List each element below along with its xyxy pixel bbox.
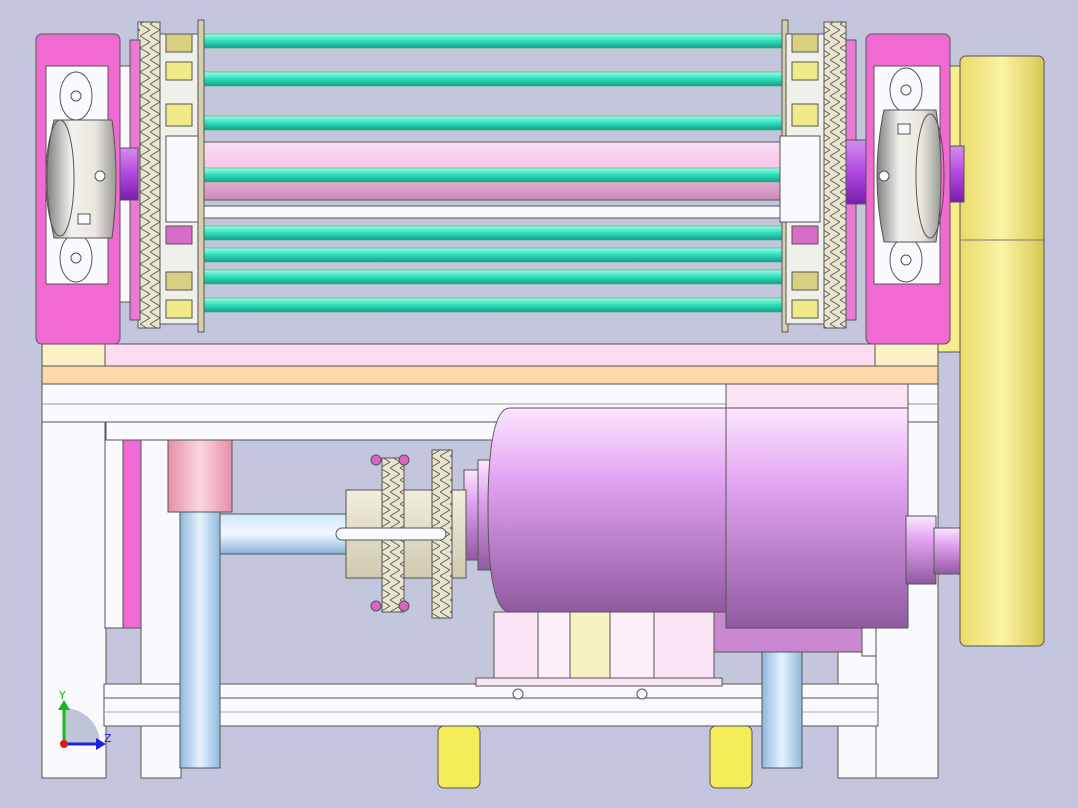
x-axis-point bbox=[60, 740, 68, 748]
cad-viewport[interactable]: Y Z bbox=[0, 0, 1078, 808]
coupler-block bbox=[167, 439, 233, 513]
foot-pad-left bbox=[437, 725, 481, 789]
bearing-block-right bbox=[865, 33, 951, 345]
y-axis-label: Y bbox=[58, 689, 66, 702]
roller-drum bbox=[199, 24, 783, 324]
motor-housing bbox=[463, 383, 965, 629]
cad-model-view: Y Z bbox=[35, 19, 1045, 789]
lower-sprocket-assembly bbox=[335, 449, 467, 619]
foot-pad-right bbox=[709, 725, 753, 789]
z-axis-label: Z bbox=[104, 732, 112, 745]
right-sprocket-stack bbox=[779, 19, 857, 333]
bearing-block-left bbox=[35, 33, 121, 345]
